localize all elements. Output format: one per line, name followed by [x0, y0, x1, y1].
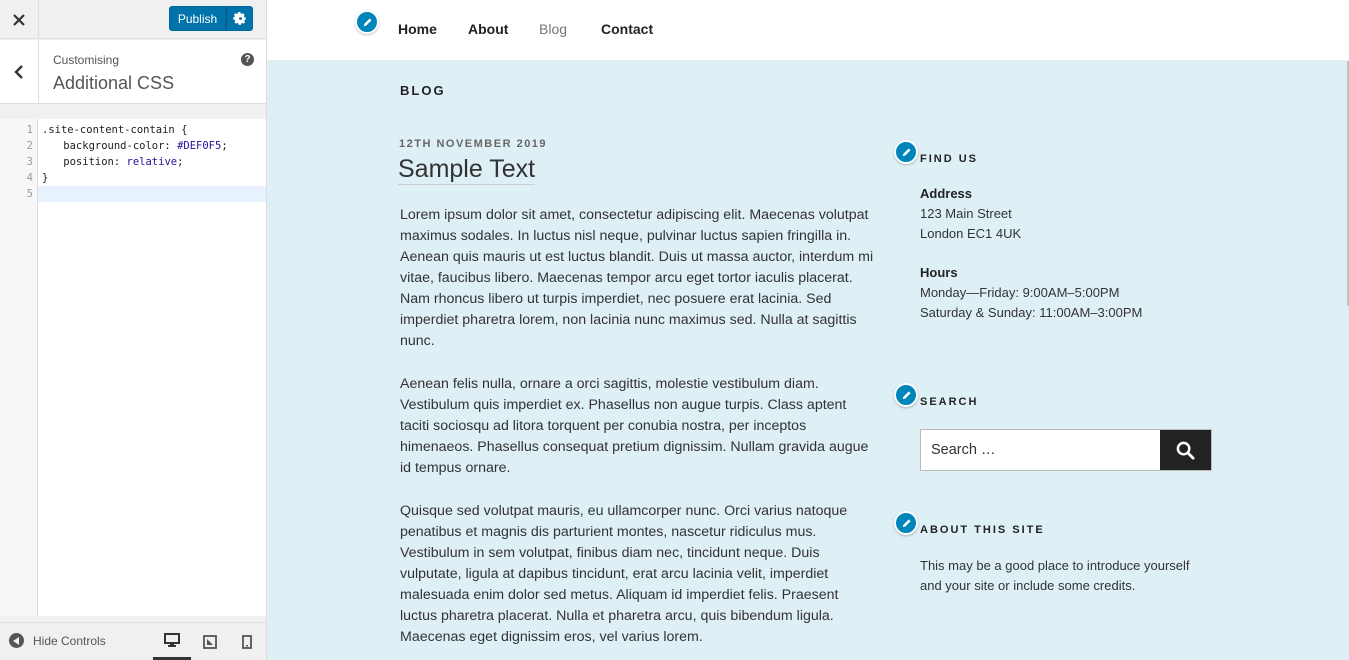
desktop-preview-button[interactable]: [153, 623, 191, 660]
publish-settings-button[interactable]: [226, 6, 253, 31]
hours-label: Hours: [920, 265, 958, 280]
section-header: Customising Additional CSS ?: [0, 40, 266, 104]
tablet-preview-button[interactable]: [191, 623, 229, 660]
address-line: 123 Main Street: [920, 206, 1012, 221]
mobile-icon: [242, 635, 252, 649]
site-navigation: Home About Blog Contact: [267, 0, 1349, 61]
code-property: background-color:: [38, 140, 178, 152]
desktop-icon: [164, 633, 180, 647]
post-title[interactable]: Sample Text: [398, 155, 536, 185]
arrow-left-circle-icon: [9, 633, 24, 648]
code-property: position:: [38, 156, 127, 168]
post-paragraph: Aenean felis nulla, ornare a orci sagitt…: [400, 376, 869, 476]
nav-item-contact[interactable]: Contact: [601, 21, 653, 37]
line-number: 2: [26, 140, 33, 152]
page-title: BLOG: [400, 83, 446, 98]
code-value: relative: [126, 156, 178, 168]
post-date[interactable]: 12TH NOVEMBER 2019: [399, 138, 547, 150]
active-line-highlight: [38, 186, 266, 202]
section-title: Additional CSS: [53, 73, 175, 93]
code-semicolon: ;: [221, 140, 228, 152]
close-customizer-button[interactable]: [0, 0, 39, 39]
post-paragraph: Quisque sed volutpat mauris, eu ullamcor…: [400, 503, 848, 645]
close-icon: [13, 13, 25, 26]
search-form: [920, 429, 1212, 471]
line-number-gutter: 1 2 3 4 5: [0, 119, 38, 616]
about-text: This may be a good place to introduce yo…: [920, 558, 1190, 573]
help-icon[interactable]: ?: [241, 53, 254, 66]
back-button[interactable]: [0, 40, 39, 104]
line-number: 1: [26, 124, 33, 136]
widget-title-search: SEARCH: [920, 396, 979, 408]
pencil-icon: [902, 390, 911, 399]
address-line: London EC1 4UK: [920, 226, 1022, 241]
post-paragraph: Lorem ipsum dolor sit amet, consectetur …: [400, 207, 874, 349]
search-input[interactable]: [921, 430, 1159, 470]
code-brace: }: [42, 172, 49, 184]
pencil-icon: [363, 17, 372, 26]
code-selector: .site-content-contain {: [42, 124, 188, 136]
edit-menu-shortcut[interactable]: [355, 10, 379, 34]
hours-line: Monday—Friday: 9:00AM–5:00PM: [920, 285, 1120, 300]
gear-icon: [233, 12, 246, 25]
edit-widget-shortcut[interactable]: [894, 383, 918, 407]
site-preview: Home About Blog Contact BLOG 12TH NOVEMB…: [267, 0, 1349, 660]
edit-widget-shortcut[interactable]: [894, 140, 918, 164]
tablet-icon: [203, 635, 217, 649]
customizer-panel: Publish Customising Additional CSS ? 1 2…: [0, 0, 267, 660]
nav-item-blog[interactable]: Blog: [539, 21, 567, 37]
widget-title-about: ABOUT THIS SITE: [920, 524, 1045, 536]
nav-item-home[interactable]: Home: [398, 21, 437, 37]
hide-controls-button[interactable]: Hide Controls: [9, 633, 106, 648]
hours-line: Saturday & Sunday: 11:00AM–3:00PM: [920, 305, 1143, 320]
chevron-left-icon: [14, 65, 23, 79]
about-text: and your site or include some credits.: [920, 578, 1136, 593]
customizer-header: Publish: [0, 0, 266, 39]
mobile-preview-button[interactable]: [228, 623, 266, 660]
search-button[interactable]: [1160, 430, 1211, 470]
breadcrumb: Customising: [53, 53, 120, 67]
pencil-icon: [902, 147, 911, 156]
pencil-icon: [902, 518, 911, 527]
nav-item-about[interactable]: About: [468, 21, 508, 37]
hide-controls-label: Hide Controls: [33, 633, 106, 648]
line-number: 5: [26, 188, 33, 200]
address-label: Address: [920, 186, 973, 201]
line-number: 4: [26, 172, 33, 184]
edit-widget-shortcut[interactable]: [894, 511, 918, 535]
publish-button[interactable]: Publish: [169, 6, 226, 31]
customizer-footer: Hide Controls: [0, 622, 266, 660]
line-number: 3: [26, 156, 33, 168]
code-value: #DEF0F5: [177, 140, 222, 152]
css-code-editor[interactable]: 1 2 3 4 5 .site-content-contain { backgr…: [0, 119, 266, 616]
code-semicolon: ;: [177, 156, 184, 168]
code-line: }: [42, 170, 48, 186]
code-line: .site-content-contain {: [42, 122, 187, 138]
search-icon: [1176, 441, 1195, 460]
widget-title-find-us: FIND US: [920, 153, 978, 165]
code-line: background-color: #DEF0F5;: [38, 138, 228, 154]
code-line: position: relative;: [38, 154, 183, 170]
